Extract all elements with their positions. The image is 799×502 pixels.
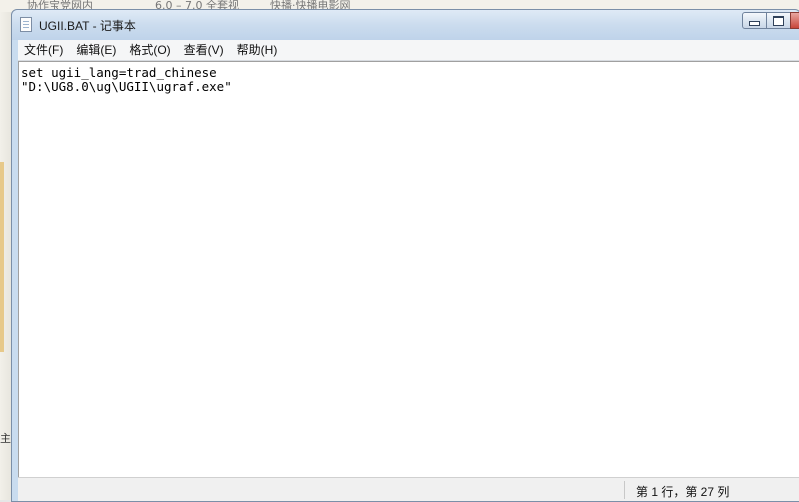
window-controls (742, 12, 799, 31)
notepad-icon[interactable] (20, 17, 32, 32)
background-left-edge: 主 (0, 12, 11, 500)
menu-file[interactable]: 文件(F) (18, 40, 70, 60)
menu-bar: 文件(F) 编辑(E) 格式(O) 查看(V) 帮助(H) (18, 40, 799, 61)
window-title: UGII.BAT - 记事本 (39, 19, 136, 33)
text-editor[interactable]: set ugii_lang=trad_chinese "D:\UG8.0\ug\U… (18, 61, 799, 477)
editor-line: set ugii_lang=trad_chinese (21, 65, 217, 80)
notepad-window: UGII.BAT - 记事本 文件(F) 编辑(E) 格式(O) 查看(V) 帮… (11, 9, 799, 502)
menu-view[interactable]: 查看(V) (178, 40, 231, 60)
background-fragment: 主 (0, 432, 11, 445)
status-divider (624, 481, 625, 499)
close-button[interactable] (790, 12, 799, 29)
cursor-position: 第 1 行，第 27 列 (636, 485, 730, 499)
menu-format[interactable]: 格式(O) (123, 40, 177, 60)
title-bar[interactable]: UGII.BAT - 记事本 (12, 10, 799, 40)
maximize-icon (773, 15, 784, 26)
menu-help[interactable]: 帮助(H) (231, 40, 285, 60)
maximize-button[interactable] (766, 12, 791, 29)
status-bar: 第 1 行，第 27 列 (18, 477, 799, 501)
background-accent-bar (0, 162, 4, 352)
minimize-icon (749, 21, 760, 26)
editor-line: "D:\UG8.0\ug\UGII\ugraf.exe" (21, 79, 232, 94)
minimize-button[interactable] (742, 12, 767, 29)
menu-edit[interactable]: 编辑(E) (70, 40, 123, 60)
